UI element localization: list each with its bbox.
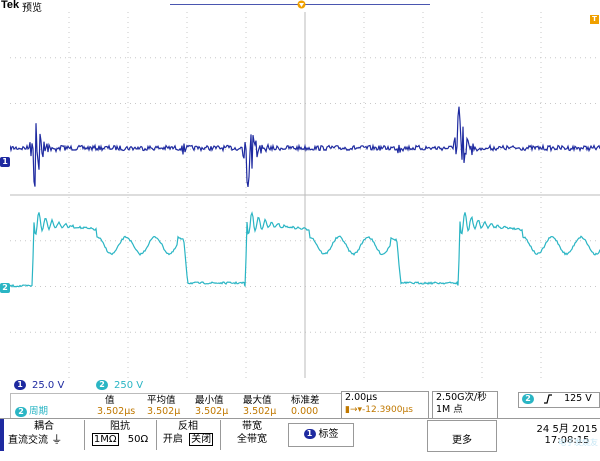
channel-menu-indicator bbox=[0, 419, 4, 451]
sample-rate: 2.50G次/秒 bbox=[436, 392, 487, 403]
status-bar: Tek 预览 bbox=[0, 0, 600, 14]
coupling-button[interactable]: 耦合 直流交流 ⏚ bbox=[6, 420, 82, 450]
measurement-type: 周期 bbox=[29, 406, 49, 417]
measurement-col-std: 标准差 0.000 bbox=[291, 395, 320, 417]
measurement-col-mean: 平均值 3.502μ bbox=[147, 395, 180, 417]
vertical-scale-bar: 1 25.0 V 2 250 V bbox=[10, 380, 340, 392]
measurement-value: 3.502μs bbox=[97, 406, 136, 417]
timebase-box[interactable]: 2.00μs ▮→▾-12.3900μs bbox=[341, 391, 429, 419]
softkey-menu: 耦合 直流交流 ⏚ 阻抗 1MΩ 50Ω 反相 开启 关闭 带宽 全带宽 1 标签… bbox=[0, 418, 600, 452]
ch2-scale-value: 250 V bbox=[114, 380, 144, 391]
measurement-col-value: 值 3.502μs bbox=[97, 395, 135, 417]
ground-coupling-icon[interactable]: ⏚ bbox=[51, 433, 62, 446]
coupling-title: 耦合 bbox=[34, 421, 54, 432]
ch1-ground-marker[interactable]: 1 bbox=[0, 157, 10, 167]
rising-edge-icon bbox=[544, 393, 553, 404]
impedance-1m[interactable]: 1MΩ bbox=[91, 433, 119, 446]
waveform-graticule bbox=[10, 12, 600, 378]
impedance-button[interactable]: 阻抗 1MΩ 50Ω bbox=[84, 420, 155, 450]
header-std: 标准差 bbox=[291, 395, 320, 406]
bandwidth-button[interactable]: 带宽 全带宽 bbox=[220, 420, 283, 450]
impedance-title: 阻抗 bbox=[110, 421, 130, 432]
ch2-ground-marker[interactable]: 2 bbox=[0, 283, 10, 293]
ch1-scale-value: 25.0 V bbox=[32, 380, 65, 391]
bandwidth-title: 带宽 bbox=[242, 421, 262, 432]
measurement-min: 3.502μ bbox=[195, 406, 229, 417]
more-button-text: 更多 bbox=[452, 435, 472, 446]
measurement-max: 3.502μ bbox=[243, 406, 277, 417]
ch2-badge: 2 bbox=[96, 380, 108, 390]
watermark: 电子发烧友 bbox=[558, 438, 598, 447]
trigger-source-badge: 2 bbox=[522, 393, 534, 404]
measurement-panel: 2 周期 值 3.502μs 平均值 3.502μ 最小值 3.502μ 最大值 … bbox=[10, 393, 342, 419]
ch2-scale[interactable]: 2 250 V bbox=[96, 380, 143, 392]
header-mean: 平均值 bbox=[147, 395, 176, 406]
date: 24 5月 2015 bbox=[536, 424, 598, 435]
acquisition-box[interactable]: 2.50G次/秒 1M 点 bbox=[432, 391, 498, 419]
measurement-col-min: 最小值 3.502μ bbox=[195, 395, 228, 417]
ch1-badge: 1 bbox=[14, 380, 26, 390]
impedance-50[interactable]: 50Ω bbox=[128, 434, 148, 445]
bandwidth-value: 全带宽 bbox=[237, 434, 267, 445]
measurement-col-max: 最大值 3.502μ bbox=[243, 395, 276, 417]
measurement-ch-badge: 2 bbox=[15, 406, 27, 417]
header-value: 值 bbox=[105, 395, 115, 406]
coupling-ac[interactable]: 交流 bbox=[28, 435, 48, 446]
invert-off[interactable]: 关闭 bbox=[189, 433, 214, 446]
measurement-mean: 3.502μ bbox=[147, 406, 181, 417]
horizontal-position: ▮→▾-12.3900μs bbox=[345, 405, 413, 415]
header-min: 最小值 bbox=[195, 395, 224, 406]
label-button-text: 标签 bbox=[318, 429, 339, 440]
header-max: 最大值 bbox=[243, 395, 272, 406]
record-length: 1M 点 bbox=[436, 404, 463, 415]
ch1-scale[interactable]: 1 25.0 V bbox=[14, 380, 64, 392]
invert-button[interactable]: 反相 开启 关闭 bbox=[156, 420, 219, 450]
coupling-dc[interactable]: 直流 bbox=[8, 435, 28, 446]
trigger-level: 125 V bbox=[564, 393, 592, 404]
label-button[interactable]: 1 标签 bbox=[288, 423, 354, 447]
measurement-label: 2 周期 bbox=[15, 406, 48, 417]
label-ch-badge: 1 bbox=[303, 429, 316, 439]
trigger-box[interactable]: 2 125 V bbox=[518, 392, 600, 408]
measurement-std: 0.000 bbox=[291, 406, 319, 417]
invert-on[interactable]: 开启 bbox=[163, 434, 183, 445]
invert-title: 反相 bbox=[178, 421, 198, 432]
position-icon: ▮→▾ bbox=[345, 405, 363, 415]
more-button[interactable]: 更多 bbox=[427, 420, 497, 452]
timebase-scale: 2.00μs bbox=[345, 392, 378, 403]
brand-logo: Tek bbox=[1, 0, 20, 11]
trigger-position-icon bbox=[297, 0, 306, 9]
